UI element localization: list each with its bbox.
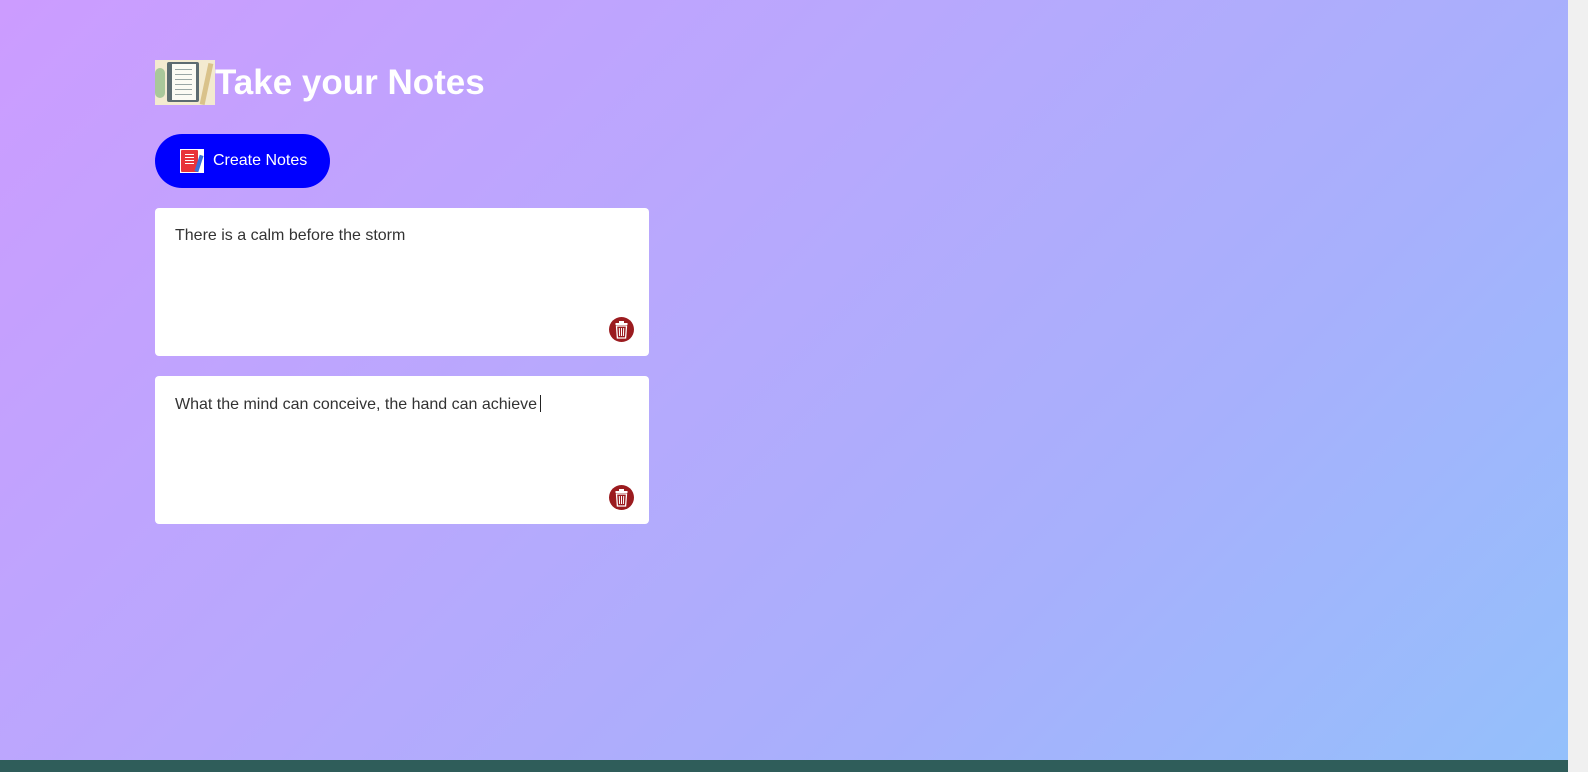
create-notes-button[interactable]: Create Notes bbox=[155, 134, 330, 188]
delete-note-button[interactable] bbox=[609, 317, 634, 342]
app-background: Take your Notes Create Notes There is a … bbox=[0, 0, 1568, 760]
trash-icon bbox=[615, 321, 628, 339]
create-notes-label: Create Notes bbox=[213, 152, 308, 169]
note-text[interactable]: What the mind can conceive, the hand can… bbox=[175, 395, 541, 414]
trash-icon bbox=[615, 489, 628, 507]
note-card[interactable]: There is a calm before the storm bbox=[155, 208, 649, 356]
app-header: Take your Notes bbox=[155, 60, 485, 105]
page-title: Take your Notes bbox=[215, 63, 485, 102]
text-cursor bbox=[540, 395, 541, 412]
scrollbar-gutter bbox=[1568, 0, 1588, 772]
notebook-pen-icon bbox=[180, 149, 204, 173]
note-card[interactable]: What the mind can conceive, the hand can… bbox=[155, 376, 649, 524]
note-text[interactable]: There is a calm before the storm bbox=[175, 227, 405, 245]
delete-note-button[interactable] bbox=[609, 485, 634, 510]
notebook-icon bbox=[155, 60, 215, 105]
